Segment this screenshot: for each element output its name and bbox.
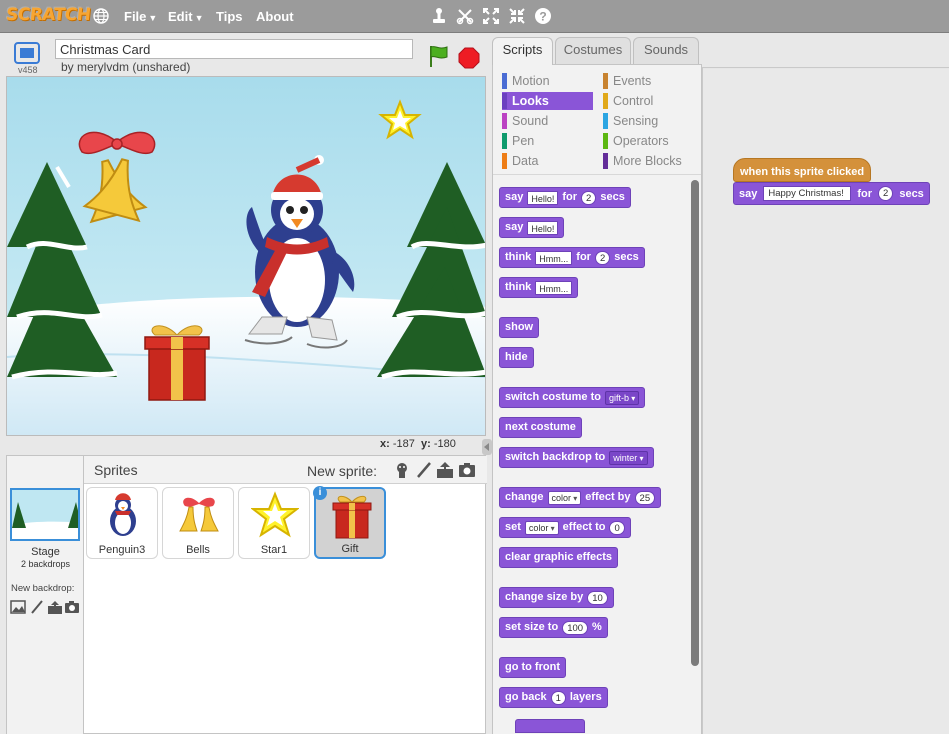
block-partial-cutoff[interactable] [515, 719, 585, 733]
block-change-effect[interactable]: changecoloreffect by25 [499, 487, 662, 508]
upload-sprite-icon[interactable] [436, 461, 454, 479]
category-sound[interactable]: Sound [502, 112, 548, 130]
stage-label: Stage [31, 546, 60, 558]
collapse-arrow-icon[interactable] [482, 439, 492, 455]
menu-file[interactable]: File ▼ [124, 9, 157, 24]
block-go-back-layers[interactable]: go back 1 layers [499, 687, 608, 708]
camera-backdrop-icon[interactable] [64, 600, 80, 614]
block-change-size[interactable]: change size by 10 [499, 587, 614, 608]
version-label: v458 [18, 65, 38, 75]
block-say-for-secs[interactable]: say Hello! for 2 secs [499, 187, 631, 208]
sprite-name: Penguin3 [98, 544, 146, 556]
sprite-tile-gift[interactable]: i Gift [313, 486, 386, 559]
sprites-header: Sprites New sprite: [84, 456, 487, 484]
sprite-tile-star1[interactable]: Star1 [238, 487, 310, 559]
category-motion[interactable]: Motion [502, 72, 550, 90]
stop-sign-icon[interactable] [458, 47, 480, 69]
sprite-tile-penguin3[interactable]: Penguin3 [86, 487, 158, 559]
scratch-logo[interactable]: SCRATCH [5, 5, 92, 25]
script-hat-when-sprite-clicked[interactable]: when this sprite clicked [733, 158, 872, 182]
new-backdrop-label: New backdrop: [11, 583, 75, 594]
paint-backdrop-icon[interactable] [29, 600, 45, 614]
block-show[interactable]: show [499, 317, 540, 338]
gift-sprite[interactable] [144, 325, 210, 401]
globe-icon[interactable] [93, 8, 109, 24]
tab-sounds[interactable]: Sounds [633, 37, 699, 64]
gift-thumbnail [332, 495, 372, 539]
category-pen[interactable]: Pen [502, 132, 534, 150]
sprite-name: Star1 [260, 544, 288, 556]
block-switch-backdrop[interactable]: switch backdrop to winter [499, 447, 654, 468]
backdrop-library-icon[interactable] [10, 600, 26, 614]
sprite-name: Gift [341, 543, 359, 555]
block-set-effect[interactable]: setcoloreffect to0 [499, 517, 631, 538]
duplicate-stamp-icon[interactable] [430, 7, 448, 25]
block-next-costume[interactable]: next costume [499, 417, 582, 438]
tab-scripts[interactable]: Scripts [492, 37, 553, 65]
bells-thumbnail [179, 497, 219, 532]
category-events[interactable]: Events [603, 72, 651, 90]
category-more-blocks[interactable]: More Blocks [603, 152, 682, 170]
script-say-for-secs[interactable]: say Happy Christmas! for 2 secs [733, 182, 930, 205]
mouse-coordinates: x: -187 y: -180 [380, 438, 456, 450]
tab-costumes[interactable]: Costumes [555, 37, 631, 64]
help-icon[interactable]: ? [534, 7, 552, 25]
grow-icon[interactable] [482, 7, 500, 25]
menu-about[interactable]: About [256, 9, 294, 24]
menu-bar: SCRATCH File ▼ Edit ▼ Tips About ? [0, 0, 949, 33]
cut-scissors-icon[interactable] [456, 7, 474, 25]
sprite-library-panel: Stage 2 backdrops New backdrop: Sprites … [6, 455, 487, 734]
block-hide[interactable]: hide [499, 347, 534, 368]
sprite-tile-bells[interactable]: Bells [162, 487, 234, 559]
stage-header: v458 by merylvdm (unshared) [6, 38, 486, 76]
stage-thumbnail[interactable] [10, 488, 80, 541]
upload-backdrop-icon[interactable] [47, 600, 63, 614]
block-set-size[interactable]: set size to 100% [499, 617, 608, 638]
menu-tips[interactable]: Tips [216, 9, 243, 24]
palette-scrollbar[interactable] [691, 180, 699, 666]
menu-edit[interactable]: Edit ▼ [168, 9, 203, 24]
project-title-input[interactable] [55, 39, 413, 59]
block-switch-costume[interactable]: switch costume to gift-b [499, 387, 646, 408]
sprites-title: Sprites [94, 462, 138, 478]
green-flag-icon[interactable] [427, 44, 449, 68]
camera-sprite-icon[interactable] [458, 461, 476, 479]
block-categories: Motion Events Looks Control Sound Sensin… [493, 65, 701, 175]
star-thumbnail [251, 491, 299, 538]
stage-canvas[interactable] [6, 76, 486, 436]
block-think[interactable]: think Hmm... [499, 277, 579, 298]
sprite-info-icon[interactable]: i [313, 486, 327, 500]
category-sensing[interactable]: Sensing [603, 112, 658, 130]
block-think-for-secs[interactable]: think Hmm... for 2 secs [499, 247, 645, 268]
new-sprite-label: New sprite: [307, 463, 378, 479]
sprite-library-icon[interactable] [393, 461, 411, 479]
penguin-thumbnail [110, 493, 136, 536]
category-looks[interactable]: Looks [502, 92, 593, 110]
shrink-icon[interactable] [508, 7, 526, 25]
presentation-mode-icon[interactable] [14, 42, 40, 64]
svg-text:?: ? [539, 10, 546, 24]
category-data[interactable]: Data [502, 152, 538, 170]
block-clear-graphic-effects[interactable]: clear graphic effects [499, 547, 618, 568]
backdrop-count: 2 backdrops [20, 559, 71, 569]
sprite-name: Bells [186, 544, 210, 556]
stage-column: Stage 2 backdrops New backdrop: [7, 456, 84, 734]
category-control[interactable]: Control [603, 92, 653, 110]
category-operators[interactable]: Operators [603, 132, 669, 150]
block-say[interactable]: say Hello! [499, 217, 565, 238]
block-palette: Motion Events Looks Control Sound Sensin… [492, 64, 702, 734]
paint-sprite-icon[interactable] [415, 461, 433, 479]
block-go-to-front[interactable]: go to front [499, 657, 566, 678]
project-byline: by merylvdm (unshared) [61, 60, 191, 74]
